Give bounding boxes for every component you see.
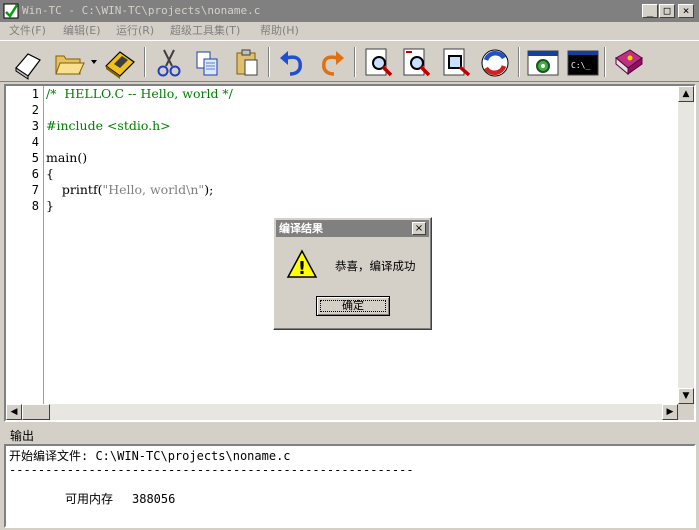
minimize-button[interactable]: _: [642, 4, 658, 18]
redo-icon[interactable]: [314, 46, 348, 80]
code-line-open-brace: {: [46, 166, 54, 181]
open-dropdown-arrow-icon[interactable]: [90, 58, 98, 66]
warning-glyph: !: [298, 258, 306, 279]
undo-icon[interactable]: [276, 46, 310, 80]
win-tc-app-icon: [3, 3, 19, 19]
menu-edit[interactable]: 编辑(E): [63, 22, 101, 40]
compile-run-icon[interactable]: [526, 46, 560, 80]
dos-console-icon[interactable]: C:\_: [566, 46, 600, 80]
toolbar-separator: [518, 47, 520, 77]
line-number: 3: [31, 119, 39, 133]
printf-call: printf(: [46, 182, 103, 197]
close-button[interactable]: ×: [678, 4, 694, 18]
code-line-main: main(): [46, 150, 88, 165]
help-book-icon[interactable]: [612, 46, 646, 80]
svg-text:C:\_: C:\_: [571, 61, 590, 70]
output-panel[interactable]: 开始编译文件: C:\WIN-TC\projects\noname.c ----…: [4, 444, 696, 528]
refresh-compile-icon[interactable]: [478, 46, 512, 80]
toolbar: C:\_: [0, 40, 699, 82]
output-compile-start-line: 开始编译文件: C:\WIN-TC\projects\noname.c: [9, 449, 291, 463]
printf-close: );: [204, 182, 214, 197]
toolbar-separator: [144, 47, 146, 77]
code-line-comment: /* HELLO.C -- Hello, world */: [46, 86, 233, 101]
menu-help[interactable]: 帮助(H): [260, 22, 299, 40]
menu-file[interactable]: 文件(F): [9, 22, 46, 40]
scrollbar-corner: [678, 404, 694, 420]
paste-icon[interactable]: [230, 46, 264, 80]
dialog-close-button[interactable]: ×: [412, 222, 426, 235]
line-number: 2: [31, 103, 39, 117]
output-divider: ----------------------------------------…: [9, 463, 414, 477]
toolbar-separator: [354, 47, 356, 77]
code-line-close-brace: }: [46, 198, 54, 213]
code-line-include: #include <stdio.h>: [46, 118, 171, 133]
menu-super-tools[interactable]: 超级工具集(T): [170, 22, 240, 40]
scroll-up-button[interactable]: ▲: [678, 86, 694, 102]
warning-icon: !: [286, 249, 318, 279]
line-number: 4: [31, 135, 39, 149]
ok-button-focus-rect: [320, 300, 386, 312]
new-file-icon[interactable]: [10, 46, 44, 80]
maximize-button[interactable]: □: [659, 4, 675, 18]
vertical-scrollbar[interactable]: ▲ ▼: [678, 86, 694, 404]
compile-result-dialog: 编译结果 × ! 恭喜，编译成功 确定: [273, 217, 432, 330]
line-number: 7: [31, 183, 39, 197]
menu-run[interactable]: 运行(R): [116, 22, 154, 40]
save-disk-icon[interactable]: [102, 46, 136, 80]
open-folder-icon[interactable]: [52, 46, 86, 80]
dialog-title-bar: 编译结果 ×: [276, 220, 429, 237]
output-panel-label: 输出: [10, 429, 35, 443]
ok-button[interactable]: 确定: [316, 296, 390, 316]
line-number: 6: [31, 167, 39, 181]
title-bar: Win-TC - C:\WIN-TC\projects\noname.c _ □…: [0, 0, 699, 22]
menu-bar: 文件(F) 编辑(E) 运行(R) 超级工具集(T) 帮助(H): [0, 22, 699, 40]
scroll-left-button[interactable]: ◀: [6, 404, 22, 420]
scroll-right-button[interactable]: ▶: [662, 404, 678, 420]
horizontal-scroll-thumb[interactable]: [22, 404, 50, 420]
dialog-title: 编译结果: [279, 222, 323, 235]
line-number-gutter: 1 2 3 4 5 6 7 8: [6, 86, 44, 404]
horizontal-scrollbar[interactable]: ◀ ▶: [6, 404, 678, 420]
string-literal: "Hello, world\n": [102, 182, 205, 197]
output-memory-label: 可用内存: [65, 492, 114, 506]
line-number: 8: [31, 199, 39, 213]
code-line-printf: printf("Hello, world\n");: [46, 182, 213, 198]
copy-icon[interactable]: [190, 46, 224, 80]
line-number: 1: [31, 87, 39, 101]
line-number: 5: [31, 151, 39, 165]
find-next-icon[interactable]: [400, 46, 434, 80]
replace-icon[interactable]: [440, 46, 474, 80]
cut-icon[interactable]: [152, 46, 186, 80]
toolbar-separator: [604, 47, 606, 77]
window-title: Win-TC - C:\WIN-TC\projects\noname.c: [22, 4, 261, 17]
find-icon[interactable]: [362, 46, 396, 80]
toolbar-separator: [268, 47, 270, 77]
dialog-message: 恭喜，编译成功: [335, 259, 416, 273]
output-memory-value: 388056: [132, 492, 176, 506]
scroll-down-button[interactable]: ▼: [678, 388, 694, 404]
